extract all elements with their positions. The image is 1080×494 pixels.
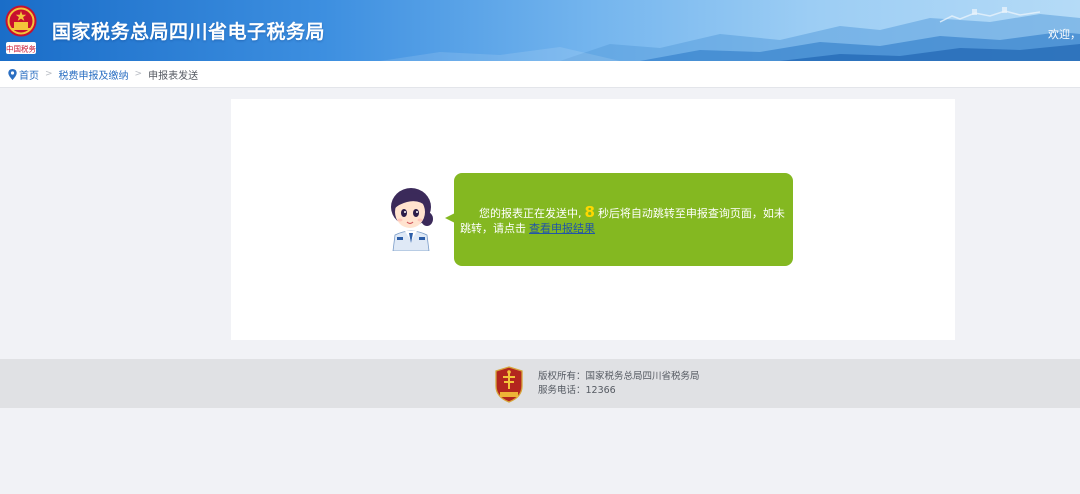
message-text-line2: 跳转，请点击 xyxy=(460,222,526,235)
message-text-after: 秒后将自动跳转至申报查询页面，如未 xyxy=(597,207,785,220)
footer-phone: 服务电话：12366 xyxy=(538,385,616,396)
message-line-1: 您的报表正在发送中, 8 秒后将自动跳转至申报查询页面，如未 xyxy=(460,203,785,221)
status-message-bubble: 您的报表正在发送中, 8 秒后将自动跳转至申报查询页面，如未 跳转，请点击 查看申报结… xyxy=(445,173,793,266)
footer-copyright: 版权所有：国家税务总局四川省税务局 xyxy=(538,371,700,382)
site-header: 中国税务 国家税务总局四川省电子税务局 欢迎， xyxy=(0,0,1080,61)
breadcrumb: 首页 > 税费申报及缴纳 > 申报表发送 xyxy=(0,61,1080,88)
tax-officer-avatar-icon xyxy=(391,188,433,251)
main-card: 您的报表正在发送中, 8 秒后将自动跳转至申报查询页面，如未 跳转，请点击 查看申报结… xyxy=(231,99,955,340)
breadcrumb-separator: > xyxy=(134,69,143,79)
message-text-before: 您的报表正在发送中, xyxy=(479,207,582,220)
breadcrumb-tax-filing[interactable]: 税费申报及缴纳 xyxy=(59,67,129,82)
tax-shield-icon xyxy=(495,366,523,403)
site-title: 国家税务总局四川省电子税务局 xyxy=(52,21,326,43)
message-line-2: 跳转，请点击 查看申报结果 xyxy=(460,221,779,236)
national-emblem-icon: 中国税务 xyxy=(5,5,37,54)
footer-info: 版权所有：国家税务总局四川省税务局 服务电话：12366 xyxy=(538,370,700,398)
breadcrumb-home[interactable]: 首页 xyxy=(19,67,39,82)
view-result-link[interactable]: 查看申报结果 xyxy=(529,222,595,235)
welcome-text: 欢迎， xyxy=(1048,28,1080,41)
site-footer: 版权所有：国家税务总局四川省税务局 服务电话：12366 xyxy=(0,359,1080,408)
breadcrumb-current: 申报表发送 xyxy=(148,70,199,82)
breadcrumb-separator: > xyxy=(45,69,53,79)
svg-text:中国税务: 中国税务 xyxy=(6,44,36,54)
location-pin-icon xyxy=(8,68,17,80)
countdown-seconds: 8 xyxy=(584,203,595,221)
